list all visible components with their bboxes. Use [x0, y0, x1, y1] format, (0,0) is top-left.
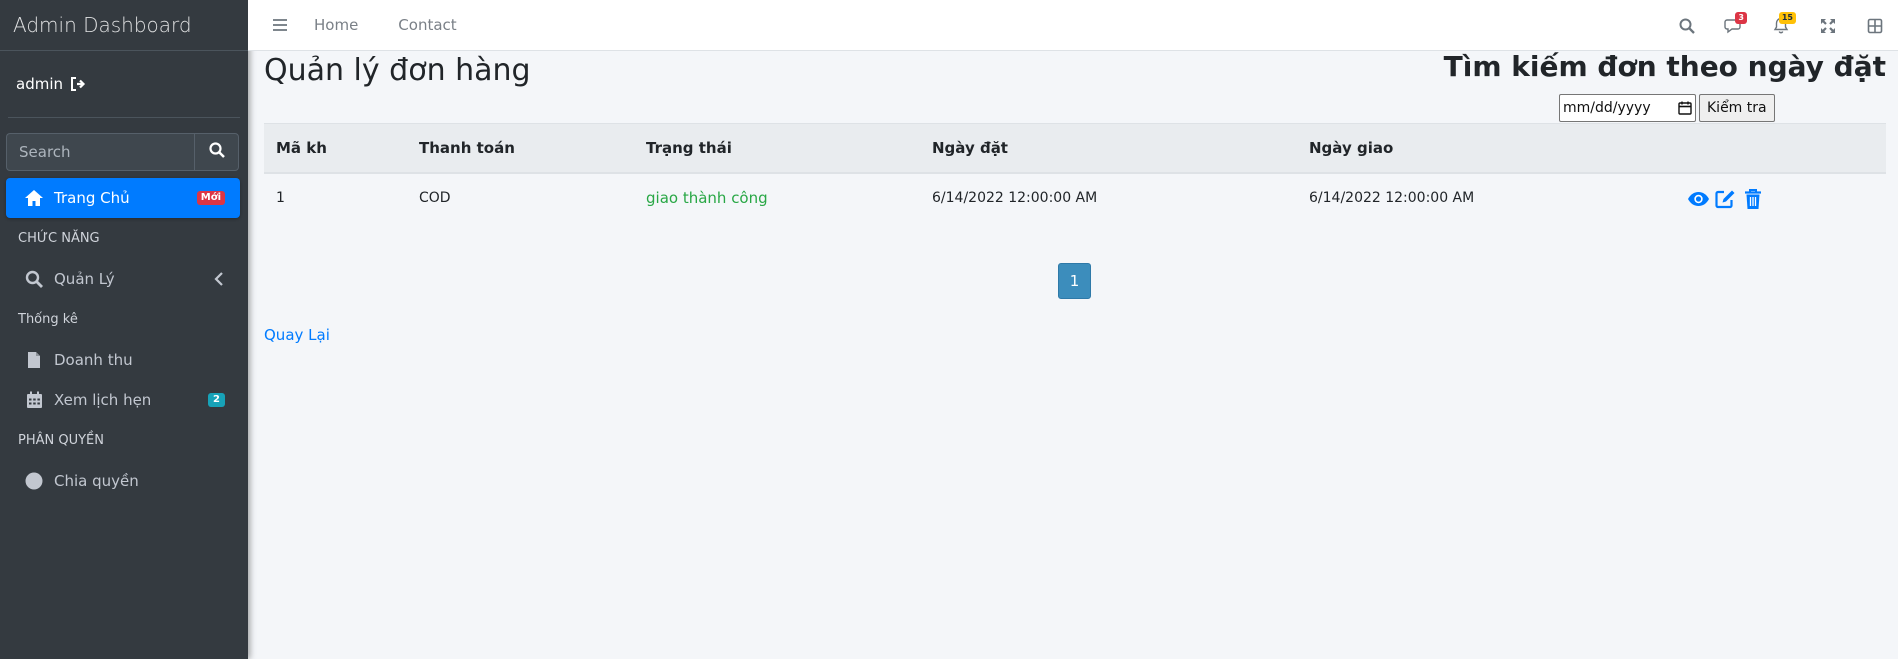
- sidebar-item-label: Xem lịch hẹn: [54, 391, 152, 409]
- sidebar-item-xem-lich-hen[interactable]: Xem lịch hẹn 2: [6, 380, 240, 420]
- date-search-title: Tìm kiếm đơn theo ngày đặt: [1443, 50, 1886, 83]
- order-date-input[interactable]: mm/dd/yyyy: [1559, 94, 1696, 122]
- sidebar-header-thong-ke: Thống kê: [18, 312, 78, 327]
- notifications-icon[interactable]: 15: [1757, 0, 1804, 51]
- home-icon: [24, 188, 44, 208]
- cell-payment: COD: [419, 190, 451, 206]
- pagination-page-1[interactable]: 1: [1058, 263, 1091, 299]
- search-icon: [208, 142, 225, 162]
- sidebar-item-chia-quyen[interactable]: Chia quyền: [6, 461, 240, 501]
- navbar-search-icon[interactable]: [1663, 0, 1710, 51]
- calendar-picker-icon[interactable]: [1678, 101, 1692, 115]
- sidebar-header-phan-quyen: PHÂN QUYỀN: [18, 433, 104, 448]
- edit-icon[interactable]: [1714, 188, 1737, 210]
- table-header: Mã kh Thanh toán Trạng thái Ngày đặt Ngà…: [264, 123, 1886, 174]
- nav-link-contact[interactable]: Contact: [398, 16, 456, 34]
- sidebar: Admin Dashboard admin Trang Chủ Mới CHỨC…: [0, 0, 248, 659]
- cell-order-date: 6/14/2022 12:00:00 AM: [932, 190, 1098, 206]
- notifications-count-badge: 15: [1778, 12, 1796, 24]
- sidebar-item-label: Trang Chủ: [54, 189, 130, 207]
- sidebar-search-input[interactable]: [6, 133, 194, 171]
- sidebar-item-label: Quản Lý: [54, 270, 115, 288]
- column-header: Ngày đặt: [932, 139, 1008, 157]
- cell-delivery-date: 6/14/2022 12:00:00 AM: [1309, 190, 1475, 206]
- delete-icon[interactable]: [1741, 188, 1764, 210]
- sidebar-item-label: Chia quyền: [54, 472, 139, 490]
- grid-layout-icon[interactable]: [1851, 0, 1898, 51]
- sidebar-item-doanh-thu[interactable]: Doanh thu: [6, 340, 240, 380]
- new-badge: Mới: [196, 191, 225, 205]
- search-icon: [24, 269, 44, 289]
- cell-status: giao thành công: [646, 189, 768, 207]
- view-icon[interactable]: [1687, 188, 1710, 210]
- column-header: Thanh toán: [419, 139, 515, 157]
- sidebar-header-chuc-nang: CHỨC NĂNG: [18, 231, 100, 246]
- chevron-left-icon: [212, 271, 226, 287]
- orders-table: Mã kh Thanh toán Trạng thái Ngày đặt Ngà…: [264, 123, 1886, 223]
- logout-icon[interactable]: [70, 76, 88, 92]
- circle-icon: [24, 471, 44, 491]
- date-input-placeholder: mm/dd/yyyy: [1563, 100, 1651, 116]
- top-navbar: Home Contact 3 15: [248, 0, 1898, 51]
- table-row: 1 COD giao thành công 6/14/2022 12:00:00…: [264, 174, 1886, 223]
- column-header: Mã kh: [276, 139, 327, 157]
- brand-link[interactable]: Admin Dashboard: [0, 0, 248, 51]
- brand-title: Admin Dashboard: [13, 13, 192, 37]
- check-date-button[interactable]: Kiểm tra: [1699, 94, 1775, 122]
- sidebar-item-trang-chu[interactable]: Trang Chủ Mới: [6, 178, 240, 218]
- column-header: Ngày giao: [1309, 139, 1394, 157]
- navbar-right: 3 15: [1663, 0, 1898, 51]
- back-link[interactable]: Quay Lại: [264, 326, 330, 344]
- sidebar-search: [6, 133, 240, 171]
- cell-customer-id: 1: [276, 190, 285, 206]
- fullscreen-icon[interactable]: [1804, 0, 1851, 51]
- user-panel: admin: [8, 51, 240, 118]
- calendar-icon: [24, 390, 44, 410]
- menu-toggle-icon[interactable]: [272, 16, 290, 34]
- sidebar-search-button[interactable]: [194, 133, 239, 171]
- file-icon: [24, 350, 44, 370]
- column-header: Trạng thái: [646, 139, 732, 157]
- user-name[interactable]: admin: [16, 75, 63, 93]
- row-actions: [1687, 188, 1764, 210]
- appointments-count-badge: 2: [208, 393, 225, 407]
- date-search-form: mm/dd/yyyy Kiểm tra: [1559, 94, 1775, 122]
- page-title: Quản lý đơn hàng: [264, 53, 531, 88]
- sidebar-item-label: Doanh thu: [54, 351, 133, 369]
- nav-link-home[interactable]: Home: [314, 16, 358, 34]
- sidebar-nav: Trang Chủ Mới CHỨC NĂNG Quản Lý Thống kê…: [0, 178, 248, 501]
- messages-count-badge: 3: [1735, 12, 1747, 24]
- messages-icon[interactable]: 3: [1710, 0, 1757, 51]
- sidebar-item-quan-ly[interactable]: Quản Lý: [6, 259, 240, 299]
